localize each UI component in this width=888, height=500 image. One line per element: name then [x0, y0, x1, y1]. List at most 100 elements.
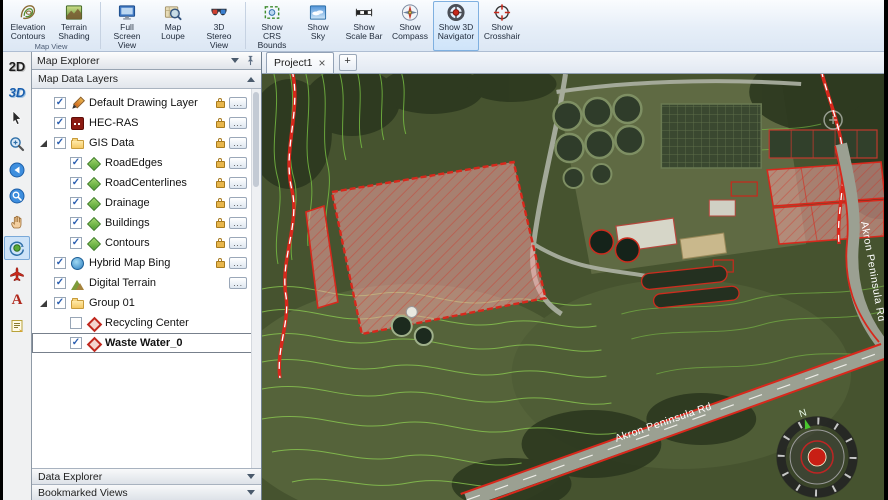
layer-row-recycling-center[interactable]: Recycling Center — [32, 313, 261, 333]
button-label-line2: Contours — [10, 31, 46, 41]
button-label-line2: Scale Bar — [345, 31, 383, 41]
collapse-icon[interactable] — [247, 76, 255, 82]
flythrough-tool-button[interactable] — [4, 262, 30, 286]
geometry-icon — [87, 317, 100, 330]
layer-row-waste-water[interactable]: Waste Water_0 — [32, 333, 261, 353]
lock-icon[interactable] — [216, 217, 226, 228]
stereo-view-button[interactable]: 3D Stereo View — [196, 1, 242, 51]
layer-row-gis-data[interactable]: GIS Data ... — [32, 133, 261, 153]
layer-checkbox[interactable] — [70, 197, 82, 209]
text-annotation-button[interactable]: A — [4, 288, 30, 312]
layer-row-roadedges[interactable]: RoadEdges ... — [32, 153, 261, 173]
layer-row-hybrid-map-bing[interactable]: Hybrid Map Bing ... — [32, 253, 261, 273]
lock-icon[interactable] — [216, 117, 226, 128]
previous-view-button[interactable] — [4, 158, 30, 182]
layer-checkbox[interactable] — [54, 277, 66, 289]
layer-row-hec-ras[interactable]: HEC-RAS ... — [32, 113, 261, 133]
map-data-layers-header[interactable]: Map Data Layers — [32, 70, 261, 89]
more-button[interactable]: ... — [229, 277, 247, 289]
document-tab-bar: Project1 × + — [262, 52, 884, 74]
lock-icon[interactable] — [216, 197, 226, 208]
new-tab-button[interactable]: + — [338, 54, 357, 71]
terrain-shading-button[interactable]: Terrain Shading — [51, 1, 97, 42]
button-label-line2: Loupe — [161, 31, 185, 41]
more-button[interactable]: ... — [229, 177, 247, 189]
more-button[interactable]: ... — [229, 217, 247, 229]
mode-3d-button[interactable]: 3D — [9, 82, 26, 104]
lock-icon[interactable] — [216, 257, 226, 268]
full-screen-view-button[interactable]: Full Screen View — [104, 1, 150, 51]
more-button[interactable]: ... — [229, 97, 247, 109]
note-tool-button[interactable] — [4, 314, 30, 338]
layer-label: Contours — [105, 237, 150, 249]
layer-label: RoadCenterlines — [105, 177, 187, 189]
layer-label: RoadEdges — [105, 157, 163, 169]
layer-label: Default Drawing Layer — [89, 97, 198, 109]
layer-checkbox[interactable] — [70, 217, 82, 229]
expand-icon[interactable] — [247, 490, 255, 495]
select-tool-button[interactable] — [4, 106, 30, 130]
bookmarked-views-bar[interactable]: Bookmarked Views — [32, 484, 261, 500]
more-button[interactable]: ... — [229, 137, 247, 149]
crosshair-icon — [493, 4, 511, 21]
layer-row-buildings[interactable]: Buildings ... — [32, 213, 261, 233]
more-button[interactable]: ... — [229, 117, 247, 129]
layer-checkbox[interactable] — [54, 137, 66, 149]
more-button[interactable]: ... — [229, 257, 247, 269]
show-crs-bounds-button[interactable]: Show CRS Bounds — [249, 1, 295, 51]
layer-row-roadcenterlines[interactable]: RoadCenterlines ... — [32, 173, 261, 193]
pan-hand-icon — [11, 215, 22, 229]
orbit-tool-button[interactable] — [4, 236, 30, 260]
more-button[interactable]: ... — [229, 197, 247, 209]
more-button[interactable]: ... — [229, 237, 247, 249]
elevation-contours-button[interactable]: Elevation Contours — [5, 1, 51, 42]
pan-tool-button[interactable] — [4, 210, 30, 234]
layer-checkbox[interactable] — [54, 97, 66, 109]
show-sky-button[interactable]: Show Sky — [295, 1, 341, 51]
lock-icon[interactable] — [216, 237, 226, 248]
show-compass-button[interactable]: Show Compass — [387, 1, 433, 51]
show-crosshair-button[interactable]: Show Crosshair — [479, 1, 525, 51]
map-3d-viewport[interactable]: Akron Peninsula Rd Akron Peninsula Rd N — [262, 74, 884, 500]
map-area: Project1 × + Akron Peninsula Rd Akron Pe… — [262, 52, 884, 500]
layer-row-contours[interactable]: Contours ... — [32, 233, 261, 253]
map-loupe-button[interactable]: Map Loupe — [150, 1, 196, 51]
data-explorer-bar[interactable]: Data Explorer — [32, 468, 261, 484]
expander-icon[interactable] — [40, 140, 47, 147]
panel-menu-icon[interactable] — [231, 58, 239, 63]
layer-checkbox[interactable] — [70, 237, 82, 249]
show-3d-navigator-button[interactable]: Show 3D Navigator — [433, 1, 479, 51]
tab-close-icon[interactable]: × — [319, 57, 326, 69]
expand-icon[interactable] — [247, 474, 255, 479]
layer-checkbox[interactable] — [70, 337, 82, 349]
lock-icon[interactable] — [216, 97, 226, 108]
lock-icon[interactable] — [216, 157, 226, 168]
lock-icon[interactable] — [216, 137, 226, 148]
layer-checkbox[interactable] — [54, 257, 66, 269]
pin-icon[interactable] — [245, 55, 256, 66]
layer-label: Hybrid Map Bing — [89, 257, 171, 269]
layer-checkbox[interactable] — [70, 177, 82, 189]
scrollbar-thumb[interactable] — [253, 92, 259, 187]
layer-row-drainage[interactable]: Drainage ... — [32, 193, 261, 213]
layer-checkbox[interactable] — [70, 157, 82, 169]
zoom-extents-button[interactable] — [4, 184, 30, 208]
expander-icon[interactable] — [40, 300, 47, 307]
more-button[interactable]: ... — [229, 157, 247, 169]
show-scale-bar-button[interactable]: Show Scale Bar — [341, 1, 387, 51]
layer-row-group-01[interactable]: Group 01 — [32, 293, 261, 313]
map-explorer-header[interactable]: Map Explorer — [32, 52, 261, 70]
ribbon-group-view-options: Full Screen View Map Loupe 3D Stereo Vie… — [102, 0, 244, 60]
layer-row-default-drawing[interactable]: Default Drawing Layer ... — [32, 93, 261, 113]
zoom-tool-button[interactable] — [4, 132, 30, 156]
lock-icon[interactable] — [216, 177, 226, 188]
layer-label: Drainage — [105, 197, 150, 209]
pointer-icon — [12, 110, 22, 126]
layer-row-digital-terrain[interactable]: Digital Terrain ... — [32, 273, 261, 293]
layer-checkbox[interactable] — [70, 317, 82, 329]
tree-scrollbar[interactable] — [251, 89, 261, 468]
layer-checkbox[interactable] — [54, 297, 66, 309]
tab-project1[interactable]: Project1 × — [266, 52, 334, 73]
mode-2d-button[interactable]: 2D — [9, 56, 26, 78]
layer-checkbox[interactable] — [54, 117, 66, 129]
